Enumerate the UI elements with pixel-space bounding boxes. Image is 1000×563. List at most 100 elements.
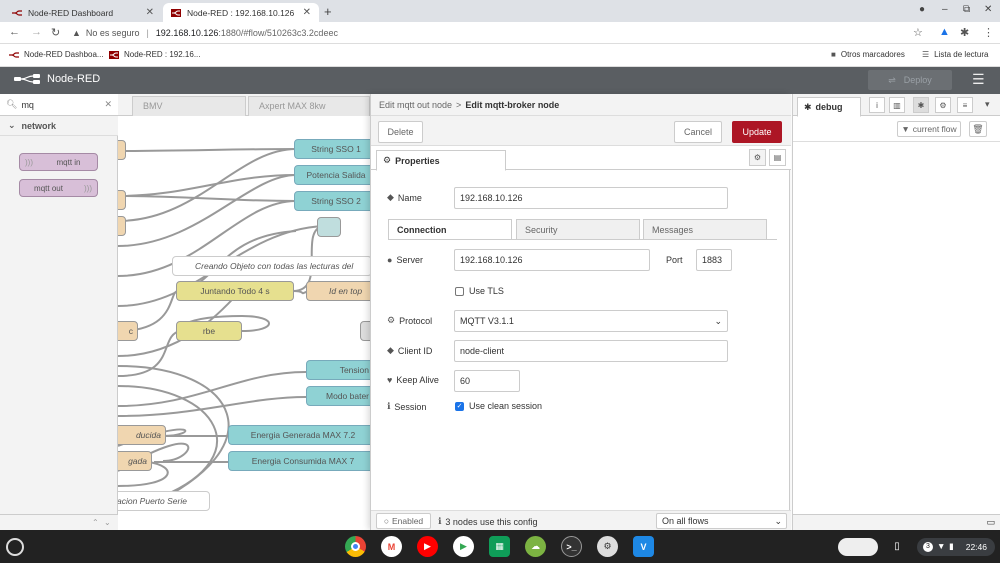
- bug-icon[interactable]: ✱: [913, 97, 929, 113]
- tab-axpert[interactable]: Axpert MAX 8kw: [248, 96, 370, 116]
- chevron-down-icon[interactable]: ▾: [985, 99, 990, 110]
- config-gear-icon[interactable]: ⚙: [935, 97, 951, 113]
- browser-tab-nodered[interactable]: Node-RED : 192.168.10.126 ✕: [163, 3, 319, 22]
- close-tab-icon[interactable]: ✕: [303, 7, 311, 18]
- bookmark-star-icon[interactable]: ☆: [913, 26, 923, 39]
- protocol-select[interactable]: MQTT V3.1.1 ⌄: [454, 310, 728, 332]
- weather-app-icon[interactable]: ☁: [525, 536, 546, 557]
- flow-node[interactable]: [360, 321, 370, 341]
- tote-icon[interactable]: [838, 538, 878, 556]
- palette-search-value: mq: [21, 99, 34, 110]
- bookmark-item[interactable]: Node-RED Dashboa...: [9, 50, 104, 59]
- breadcrumb-parent[interactable]: Edit mqtt out node: [379, 100, 452, 110]
- update-button[interactable]: Update: [732, 121, 782, 143]
- flow-node[interactable]: String SSO 1: [294, 139, 370, 159]
- flow-node[interactable]: Modo bater: [306, 386, 370, 406]
- use-tls-checkbox[interactable]: [455, 286, 464, 296]
- collapse-all-icon[interactable]: ⌃: [92, 518, 99, 527]
- tab-debug[interactable]: ✱ debug: [797, 97, 861, 117]
- flow-node[interactable]: [317, 217, 341, 237]
- flow-comment[interactable]: Creando Objeto con todas las lecturas de…: [172, 256, 370, 276]
- use-tls-option[interactable]: Use TLS: [455, 286, 504, 296]
- flow-node[interactable]: Energia Consumida MAX 7: [228, 451, 370, 471]
- flow-node[interactable]: [118, 216, 126, 236]
- minimize-icon[interactable]: –: [942, 4, 948, 15]
- chrome-icon[interactable]: [345, 536, 366, 557]
- delete-button[interactable]: Delete: [378, 121, 423, 143]
- palette-node-mqtt-in[interactable]: ))) mqtt in: [19, 153, 98, 171]
- close-tab-icon[interactable]: ✕: [146, 7, 154, 18]
- extensions-icon[interactable]: ✱: [960, 26, 969, 39]
- clean-session-checkbox[interactable]: ✓: [455, 401, 464, 411]
- youtube-icon[interactable]: ▶: [417, 536, 438, 557]
- gmail-icon[interactable]: M: [381, 536, 402, 557]
- description-icon[interactable]: ▤: [769, 149, 786, 166]
- flow-node[interactable]: [118, 190, 126, 210]
- cancel-button[interactable]: Cancel: [674, 121, 722, 143]
- new-tab-button[interactable]: +: [324, 4, 332, 19]
- flow-workspace[interactable]: BMV Axpert MAX 8kw String SSO 1 Potencia…: [118, 94, 370, 514]
- sheets-icon[interactable]: ▦: [489, 536, 510, 557]
- name-field[interactable]: 192.168.10.126: [454, 187, 728, 209]
- info-icon[interactable]: i: [869, 97, 885, 113]
- flow-node[interactable]: Id en top: [306, 281, 370, 301]
- keep-alive-field[interactable]: 60: [454, 370, 520, 392]
- close-window-icon[interactable]: ✕: [984, 4, 992, 15]
- port-field[interactable]: 1883: [696, 249, 732, 271]
- popout-icon[interactable]: ▭: [986, 517, 995, 528]
- tab-security[interactable]: Security: [516, 219, 640, 240]
- vscode-icon[interactable]: V: [633, 536, 654, 557]
- flow-node[interactable]: Energia Generada MAX 7.2: [228, 425, 370, 445]
- reload-icon[interactable]: ↻: [51, 26, 60, 39]
- back-icon[interactable]: ←: [9, 26, 20, 38]
- palette-search-input[interactable]: 🔍︎ mq ✕: [0, 94, 118, 116]
- drive-extension-icon[interactable]: ▲: [939, 26, 950, 38]
- flow-node[interactable]: Juntando Todo 4 s: [176, 281, 294, 301]
- other-bookmarks[interactable]: ■ Otros marcadores: [831, 50, 905, 59]
- flow-node[interactable]: ducida: [118, 425, 166, 445]
- tab-messages[interactable]: Messages: [643, 219, 767, 240]
- scope-select[interactable]: On all flows ⌄: [656, 513, 787, 529]
- flow-node[interactable]: String SSO 2: [294, 191, 370, 211]
- tab-bmv[interactable]: BMV: [132, 96, 246, 116]
- settings-gear-icon[interactable]: ⚙: [749, 149, 766, 166]
- book-icon[interactable]: ▥: [889, 97, 905, 113]
- expand-all-icon[interactable]: ⌄: [104, 518, 111, 527]
- palette-category-network[interactable]: ⌄ network: [0, 116, 118, 136]
- flow-node[interactable]: Tension: [306, 360, 370, 380]
- database-icon[interactable]: ≡: [957, 97, 973, 113]
- main-menu-icon[interactable]: ☰: [972, 71, 985, 88]
- status-area[interactable]: 3 ▼ ▮ 22:46: [917, 538, 995, 556]
- flow-node[interactable]: gada: [118, 451, 152, 471]
- clear-debug-icon[interactable]: 🗑︎: [969, 121, 987, 137]
- flow-comment[interactable]: acion Puerto Serie: [118, 491, 210, 511]
- deploy-button[interactable]: ⇌ Deploy: [868, 70, 952, 90]
- restore-icon[interactable]: ⧉: [963, 4, 970, 15]
- play-store-icon[interactable]: ▶: [453, 536, 474, 557]
- tab-properties[interactable]: ⚙ Properties: [376, 150, 506, 171]
- launcher-icon[interactable]: [6, 538, 24, 556]
- flow-node[interactable]: [118, 140, 126, 160]
- browser-tab-dashboard[interactable]: Node-RED Dashboard ✕: [4, 3, 162, 22]
- reading-list[interactable]: ☰ Lista de lectura: [922, 50, 988, 59]
- tab-connection[interactable]: Connection: [388, 219, 512, 240]
- flow-node[interactable]: c: [118, 321, 138, 341]
- url-field[interactable]: ▲ No es seguro | 192.168.10.126 :1880/#f…: [72, 25, 930, 41]
- client-id-field[interactable]: node-client: [454, 340, 728, 362]
- more-menu-icon[interactable]: ⋮: [983, 26, 994, 39]
- profile-icon[interactable]: ●: [919, 4, 925, 15]
- terminal-icon[interactable]: >_: [561, 536, 582, 557]
- palette-node-mqtt-out[interactable]: mqtt out ))): [19, 179, 98, 197]
- filter-button[interactable]: ▼ current flow: [897, 121, 961, 137]
- url-separator: |: [146, 28, 149, 38]
- forward-icon[interactable]: →: [31, 26, 42, 38]
- clear-search-icon[interactable]: ✕: [104, 99, 112, 110]
- flow-node[interactable]: rbe: [176, 321, 242, 341]
- flow-node[interactable]: Potencia Salida: [294, 165, 370, 185]
- server-field[interactable]: 192.168.10.126: [454, 249, 650, 271]
- network-app-icon[interactable]: ⚙: [597, 536, 618, 557]
- clean-session-option[interactable]: ✓ Use clean session: [455, 401, 542, 411]
- bookmark-item[interactable]: Node-RED : 192.16...: [109, 50, 200, 59]
- phone-icon[interactable]: ▯: [890, 536, 904, 557]
- enabled-toggle[interactable]: ○ Enabled: [376, 513, 431, 529]
